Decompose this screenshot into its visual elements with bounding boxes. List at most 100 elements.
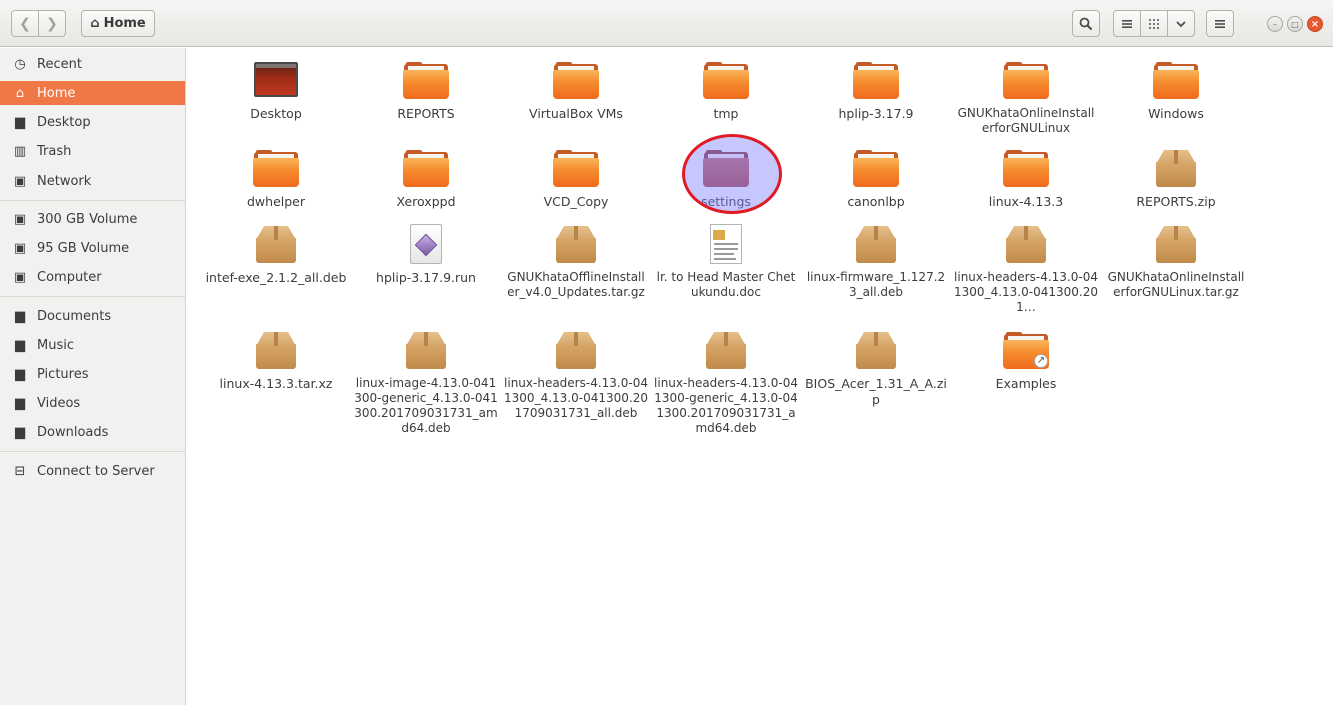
file-item[interactable]: GNUKhataOnlineInstallerforGNULinux.tar.g… <box>1104 224 1248 300</box>
file-item[interactable]: REPORTS <box>354 60 498 122</box>
file-item[interactable]: ↗ Examples <box>954 330 1098 392</box>
archive-icon <box>1152 224 1200 264</box>
file-item[interactable]: hplip-3.17.9 <box>804 60 948 122</box>
archive-icon <box>1002 224 1050 264</box>
file-item[interactable]: GNUKhataOnlineInstallerforGNULinux <box>954 60 1098 136</box>
file-item[interactable]: dwhelper <box>204 148 348 210</box>
computer-icon: ▣ <box>13 269 27 285</box>
file-name-label: Xeroxppd <box>396 194 456 209</box>
archive-icon <box>402 330 450 370</box>
file-item[interactable]: linux-4.13.3 <box>954 148 1098 210</box>
path-bar-home-button[interactable]: ⌂ Home <box>81 10 155 37</box>
file-name-label: linux-image-4.13.0-041300-generic_4.13.0… <box>354 376 498 435</box>
sidebar-item-label: Connect to Server <box>37 463 155 479</box>
sidebar-item-network[interactable]: ▣ Network <box>0 169 185 193</box>
folder-icon <box>702 148 750 188</box>
file-item[interactable]: linux-headers-4.13.0-041300_4.13.0-04130… <box>954 224 1098 315</box>
file-item[interactable]: VirtualBox VMs <box>504 60 648 122</box>
file-name-label: linux-firmware_1.127.23_all.deb <box>806 270 946 299</box>
file-name-label: Desktop <box>250 106 302 121</box>
file-name-label: Windows <box>1148 106 1204 121</box>
close-button[interactable]: × <box>1307 16 1323 32</box>
sidebar-item-connect-to-server[interactable]: ⊟ Connect to Server <box>0 459 185 483</box>
file-item[interactable]: intef-exe_2.1.2_all.deb <box>204 224 348 286</box>
archive-icon <box>852 224 900 264</box>
file-name-label: canonlbp <box>847 194 905 209</box>
sidebar-item-desktop[interactable]: ▆ Desktop <box>0 110 185 134</box>
sidebar-item-label: Desktop <box>37 114 91 130</box>
file-item[interactable]: GNUKhataOfflineInstaller_v4.0_Updates.ta… <box>504 224 648 300</box>
folder-icon <box>702 60 750 100</box>
file-item[interactable]: BIOS_Acer_1.31_A_A.zip <box>804 330 948 408</box>
file-name-label: GNUKhataOnlineInstallerforGNULinux.tar.g… <box>1107 270 1245 299</box>
file-item[interactable]: Desktop <box>204 60 348 122</box>
folder-icon <box>552 60 600 100</box>
desktop-folder-icon <box>252 60 300 100</box>
file-item[interactable]: settings <box>654 148 798 210</box>
file-item[interactable]: hplip-3.17.9.run <box>354 224 498 286</box>
file-name-label: VirtualBox VMs <box>529 106 623 121</box>
app-menu-button[interactable] <box>1206 10 1234 37</box>
sidebar-item-recent[interactable]: ◷ Recent <box>0 52 185 76</box>
sidebar-item-label: Home <box>37 85 76 101</box>
folder-icon: ▆ <box>15 114 25 130</box>
grid-view-button[interactable] <box>1140 10 1168 37</box>
file-item[interactable]: Xeroxppd <box>354 148 498 210</box>
archive-icon <box>252 224 300 264</box>
file-item[interactable]: linux-firmware_1.127.23_all.deb <box>804 224 948 300</box>
list-view-button[interactable] <box>1113 10 1141 37</box>
sidebar-separator <box>0 296 185 297</box>
file-item[interactable]: linux-4.13.3.tar.xz <box>204 330 348 392</box>
maximize-button[interactable]: □ <box>1287 16 1303 32</box>
file-name-label: GNUKhataOfflineInstaller_v4.0_Updates.ta… <box>507 270 645 299</box>
sidebar-item-label: Documents <box>37 308 112 324</box>
sidebar-item-home[interactable]: ⌂ Home <box>0 81 185 105</box>
file-name-label: REPORTS <box>397 106 455 121</box>
sidebar-item-music[interactable]: ▆ Music <box>0 333 185 357</box>
sidebar-item-pictures[interactable]: ▆ Pictures <box>0 362 185 386</box>
file-item[interactable]: VCD_Copy <box>504 148 648 210</box>
sidebar-item-95-gb-volume[interactable]: ▣ 95 GB Volume <box>0 236 185 260</box>
file-item[interactable]: REPORTS.zip <box>1104 148 1248 210</box>
forward-button[interactable]: ❯ <box>38 10 66 37</box>
file-name-label: VCD_Copy <box>543 194 609 209</box>
file-item[interactable]: canonlbp <box>804 148 948 210</box>
folder-icon <box>1002 60 1050 100</box>
file-item[interactable]: tmp <box>654 60 798 122</box>
close-icon: × <box>1310 18 1320 30</box>
folder-icon <box>402 60 450 100</box>
archive-icon <box>552 330 600 370</box>
file-item[interactable]: linux-headers-4.13.0-041300-generic_4.13… <box>654 330 798 436</box>
file-item[interactable]: Windows <box>1104 60 1248 122</box>
view-options-button[interactable] <box>1167 10 1195 37</box>
search-button[interactable] <box>1072 10 1100 37</box>
minimize-button[interactable]: – <box>1267 16 1283 32</box>
sidebar-item-downloads[interactable]: ▆ Downloads <box>0 420 185 444</box>
sidebar-item-videos[interactable]: ▆ Videos <box>0 391 185 415</box>
chevron-right-icon: ❯ <box>46 15 58 32</box>
sidebar-item-documents[interactable]: ▆ Documents <box>0 304 185 328</box>
folder-icon <box>552 148 600 188</box>
file-name-label: linux-headers-4.13.0-041300_4.13.0-04130… <box>504 376 648 420</box>
home-icon: ⌂ <box>90 16 100 31</box>
folder-icon: ▆ <box>15 308 25 324</box>
file-item[interactable]: linux-image-4.13.0-041300-generic_4.13.0… <box>354 330 498 436</box>
file-item[interactable]: linux-headers-4.13.0-041300_4.13.0-04130… <box>504 330 648 421</box>
file-name-label: linux-headers-4.13.0-041300-generic_4.13… <box>654 376 798 435</box>
file-name-label: intef-exe_2.1.2_all.deb <box>205 270 347 285</box>
sidebar-item-label: Music <box>37 337 74 353</box>
chevron-left-icon: ❮ <box>19 15 31 32</box>
sidebar-separator <box>0 200 185 201</box>
folder-icon <box>852 60 900 100</box>
file-item[interactable]: lr. to Head Master Chetukundu.doc <box>654 224 798 300</box>
file-name-label: GNUKhataOnlineInstallerforGNULinux <box>957 106 1095 135</box>
back-button[interactable]: ❮ <box>11 10 39 37</box>
sidebar-item-label: 300 GB Volume <box>37 211 138 227</box>
file-name-label: hplip-3.17.9.run <box>376 270 476 285</box>
folder-icon <box>1152 60 1200 100</box>
sidebar-item-computer[interactable]: ▣ Computer <box>0 265 185 289</box>
network-icon: ▣ <box>13 173 27 189</box>
sidebar-item-trash[interactable]: ▥ Trash <box>0 139 185 163</box>
sidebar-item-300-gb-volume[interactable]: ▣ 300 GB Volume <box>0 207 185 231</box>
sidebar-item-label: Pictures <box>37 366 89 382</box>
